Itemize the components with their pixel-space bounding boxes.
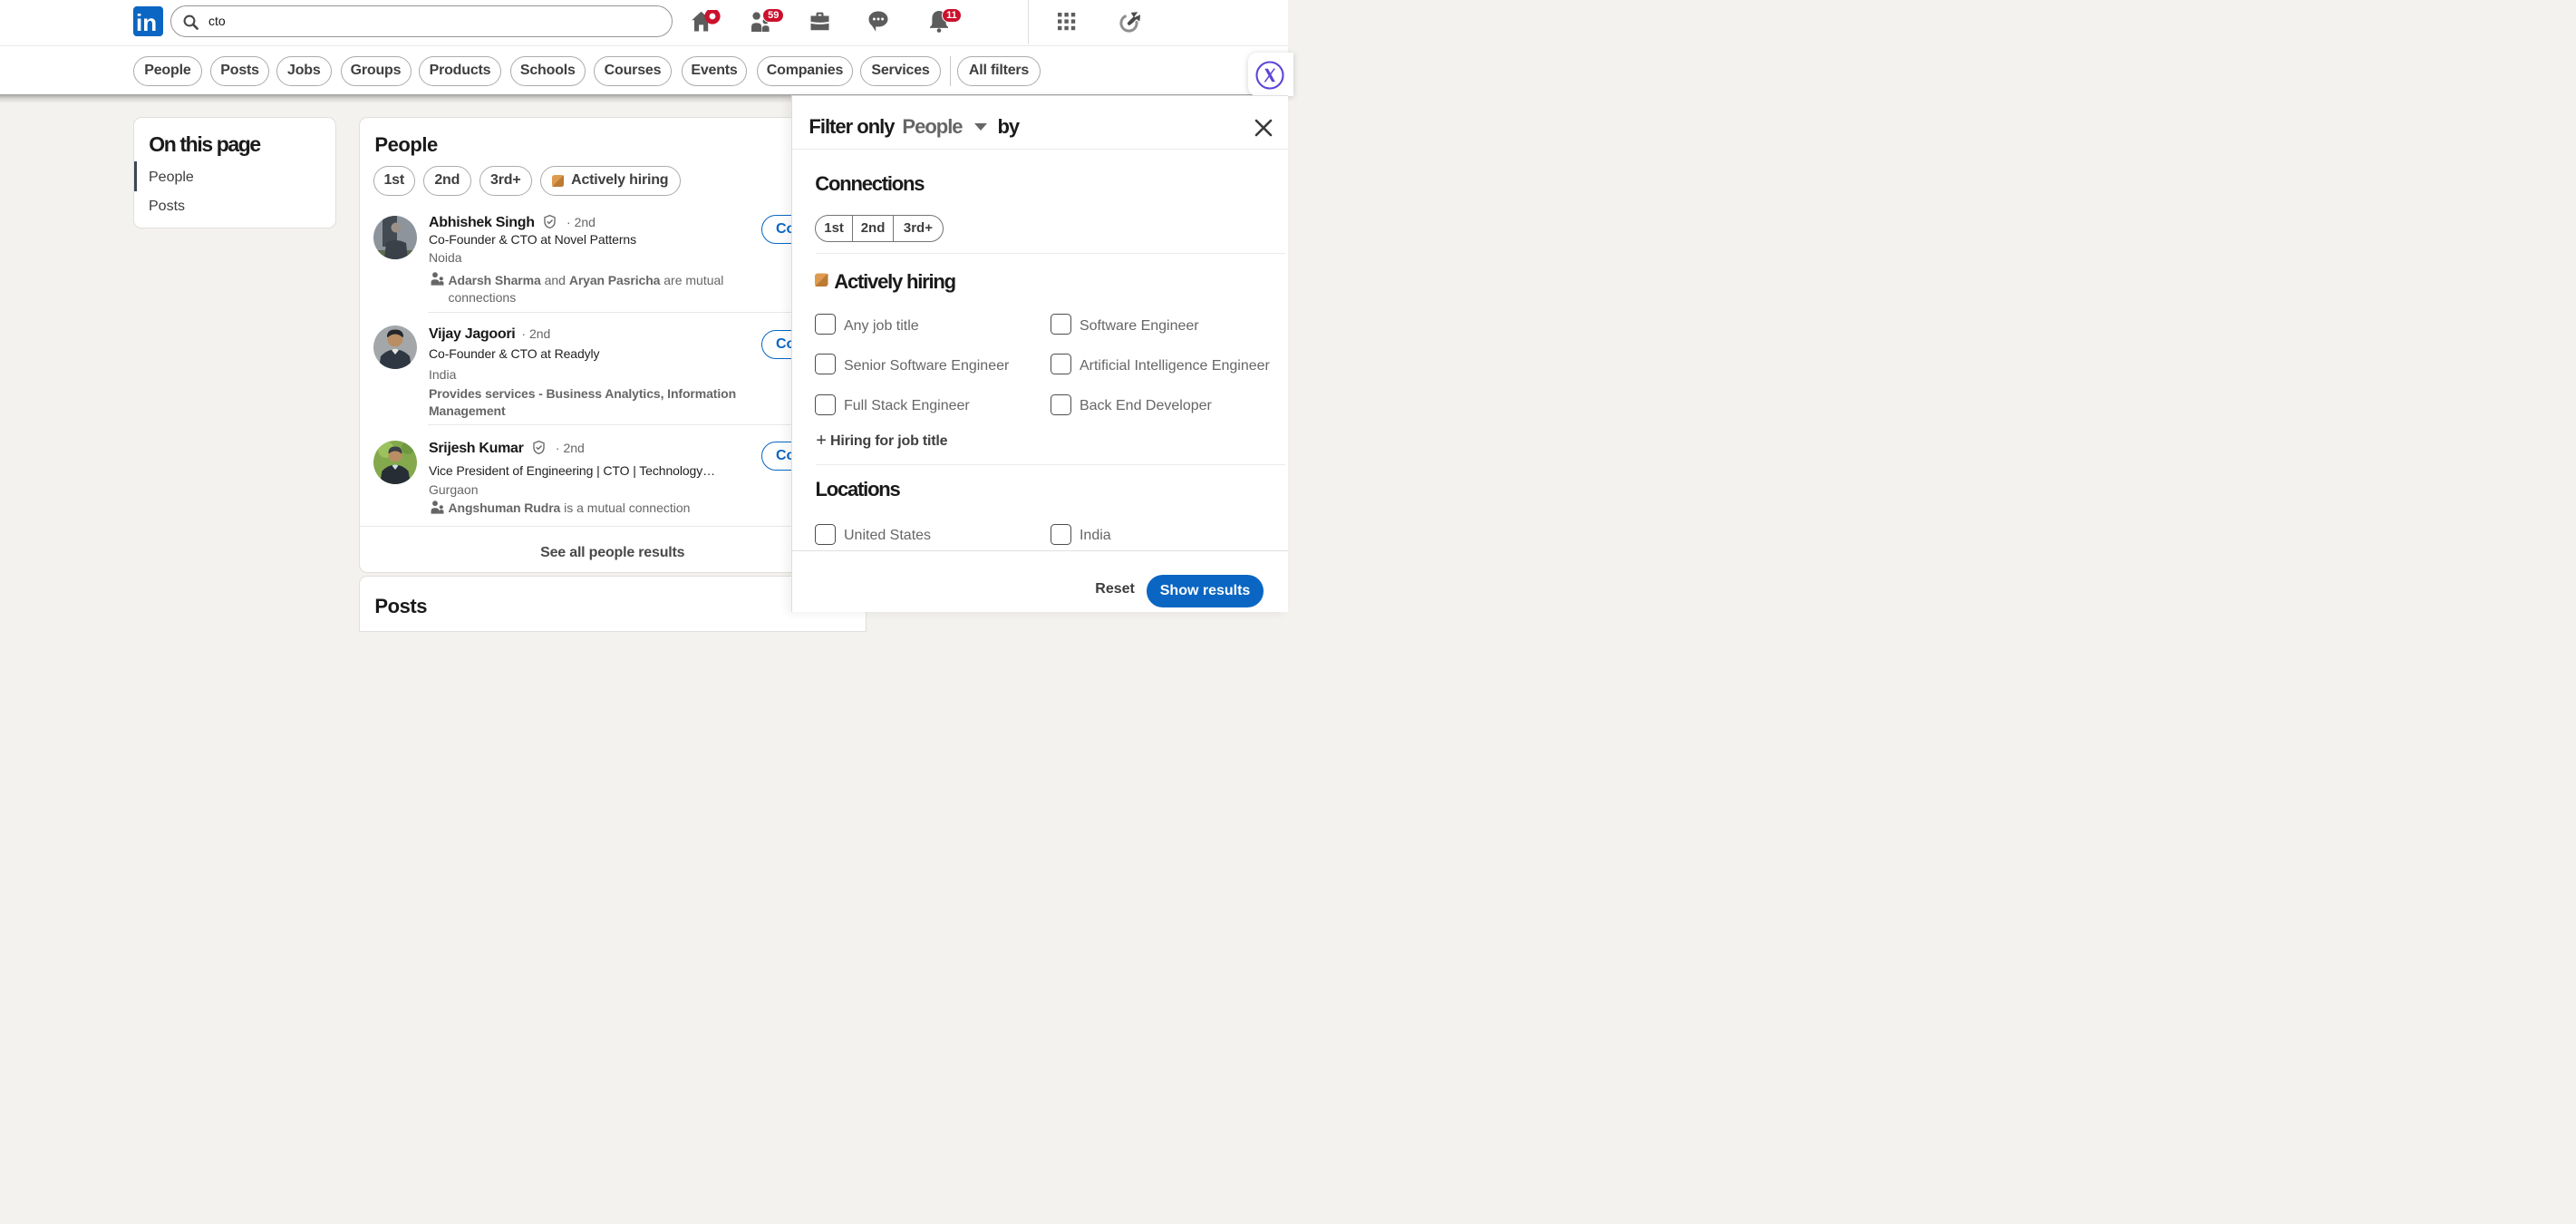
svg-text:in: in bbox=[136, 9, 157, 36]
